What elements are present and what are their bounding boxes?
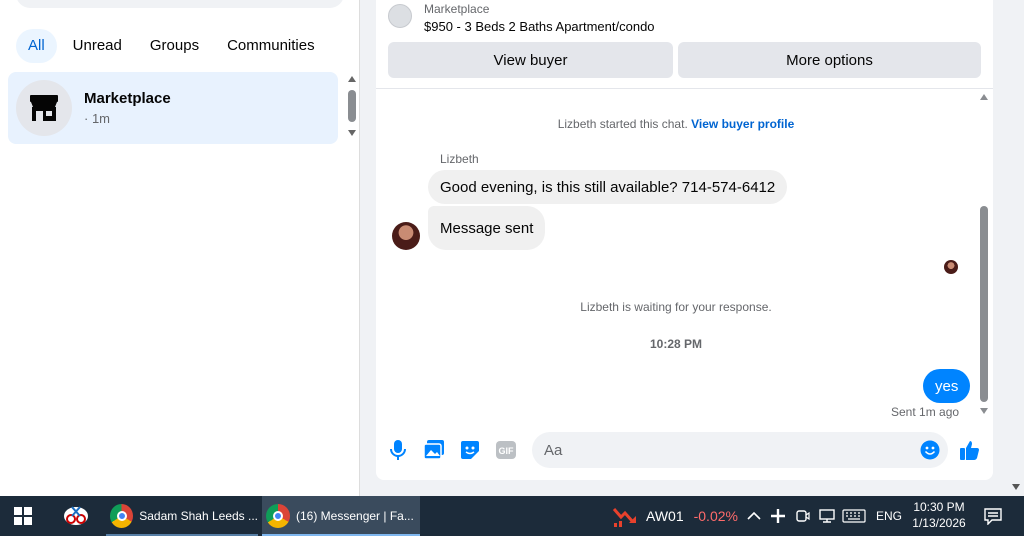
chat-list-panel: All Unread Groups Communities Marketplac… <box>0 0 360 496</box>
scroll-down-arrow-icon[interactable] <box>348 130 356 136</box>
chat-filters: All Unread Groups Communities <box>16 29 327 63</box>
taskbar-app-label: Sadam Shah Leeds ... <box>139 509 258 523</box>
chrome-icon <box>110 504 134 528</box>
photo-icon[interactable] <box>422 438 446 462</box>
plus-icon[interactable] <box>770 496 786 536</box>
page-scrollbar[interactable] <box>1008 0 1024 496</box>
gif-icon[interactable]: GIF <box>494 438 518 462</box>
conversation-panel: Marketplace $950 - 3 Beds 2 Baths Apartm… <box>376 0 993 480</box>
network-icon[interactable] <box>818 496 836 536</box>
emoji-icon[interactable] <box>920 440 940 460</box>
scroll-down-arrow-icon[interactable] <box>980 408 988 414</box>
chat-start-text: Lizbeth started this chat. <box>557 117 688 131</box>
snipping-tool-icon[interactable] <box>62 496 90 536</box>
svg-text:GIF: GIF <box>499 446 515 456</box>
chat-list-item-marketplace[interactable]: Marketplace · 1m <box>8 72 338 144</box>
filter-unread[interactable]: Unread <box>61 29 134 63</box>
stock-ticker-widget[interactable]: AW01 -0.02% <box>612 496 738 536</box>
keyboard-icon[interactable] <box>842 496 866 536</box>
ticker-symbol: AW01 <box>646 508 684 524</box>
divider <box>376 88 993 89</box>
chrome-icon <box>266 504 290 528</box>
windows-start-icon[interactable] <box>14 496 32 536</box>
thumbs-up-icon[interactable] <box>958 438 982 462</box>
meet-now-icon[interactable] <box>796 496 810 536</box>
scrollbar-thumb[interactable] <box>980 206 988 402</box>
message-input[interactable] <box>544 432 904 468</box>
view-buyer-profile-link[interactable]: View buyer profile <box>691 117 794 131</box>
scroll-down-arrow-icon[interactable] <box>1012 484 1020 490</box>
outgoing-message: yes <box>923 369 971 403</box>
filter-communities[interactable]: Communities <box>215 29 327 63</box>
notifications-icon[interactable] <box>984 496 1002 536</box>
input-language[interactable]: ENG <box>876 496 902 536</box>
microphone-icon[interactable] <box>386 438 410 462</box>
sticker-icon[interactable] <box>458 438 482 462</box>
taskbar-app-chrome-2[interactable]: (16) Messenger | Fa... <box>262 496 420 536</box>
show-hidden-icons-chevron-icon[interactable] <box>746 496 762 536</box>
filter-groups[interactable]: Groups <box>138 29 211 63</box>
chat-start-notice: Lizbeth started this chat. View buyer pr… <box>376 117 976 131</box>
scroll-up-arrow-icon[interactable] <box>980 94 988 100</box>
system-clock[interactable]: 10:30 PM 1/13/2026 <box>906 499 972 531</box>
seen-indicator-avatar <box>944 260 958 274</box>
stock-down-icon <box>612 508 636 527</box>
listing-title: $950 - 3 Beds 2 Baths Apartment/condo <box>424 19 655 34</box>
chat-name: Marketplace <box>84 90 171 107</box>
view-buyer-button[interactable]: View buyer <box>388 42 673 78</box>
chat-list-scrollbar[interactable] <box>344 72 360 142</box>
sent-status: Sent 1m ago <box>891 405 960 419</box>
filter-all[interactable]: All <box>16 29 57 63</box>
scrollbar-thumb[interactable] <box>348 90 356 122</box>
clock-time: 10:30 PM <box>913 500 965 514</box>
incoming-message: Message sent <box>428 206 546 250</box>
clock-date: 1/13/2026 <box>912 516 966 530</box>
taskbar-app-label: (16) Messenger | Fa... <box>296 509 414 523</box>
messenger-window: All Unread Groups Communities Marketplac… <box>0 0 1024 496</box>
storefront-icon <box>16 80 72 136</box>
listing-thumbnail <box>388 4 412 28</box>
sender-name: Lizbeth <box>440 152 479 166</box>
listing-source: Marketplace <box>424 2 490 16</box>
incoming-message: Good evening, is this still available? 7… <box>428 170 788 204</box>
taskbar: Sadam Shah Leeds ... (16) Messenger | Fa… <box>0 496 1024 536</box>
scroll-up-arrow-icon[interactable] <box>348 76 356 82</box>
conversation-scrollbar[interactable] <box>976 90 992 420</box>
ticker-change: -0.02% <box>693 508 738 524</box>
waiting-notice: Lizbeth is waiting for your response. <box>580 300 772 314</box>
message-composer[interactable] <box>532 432 948 468</box>
taskbar-app-chrome-1[interactable]: Sadam Shah Leeds ... <box>106 496 258 536</box>
more-options-button[interactable]: More options <box>678 42 981 78</box>
chat-time: · 1m <box>84 111 110 126</box>
message-timestamp: 10:28 PM <box>649 337 703 351</box>
search-input[interactable] <box>16 0 344 8</box>
sender-avatar[interactable] <box>392 222 420 250</box>
